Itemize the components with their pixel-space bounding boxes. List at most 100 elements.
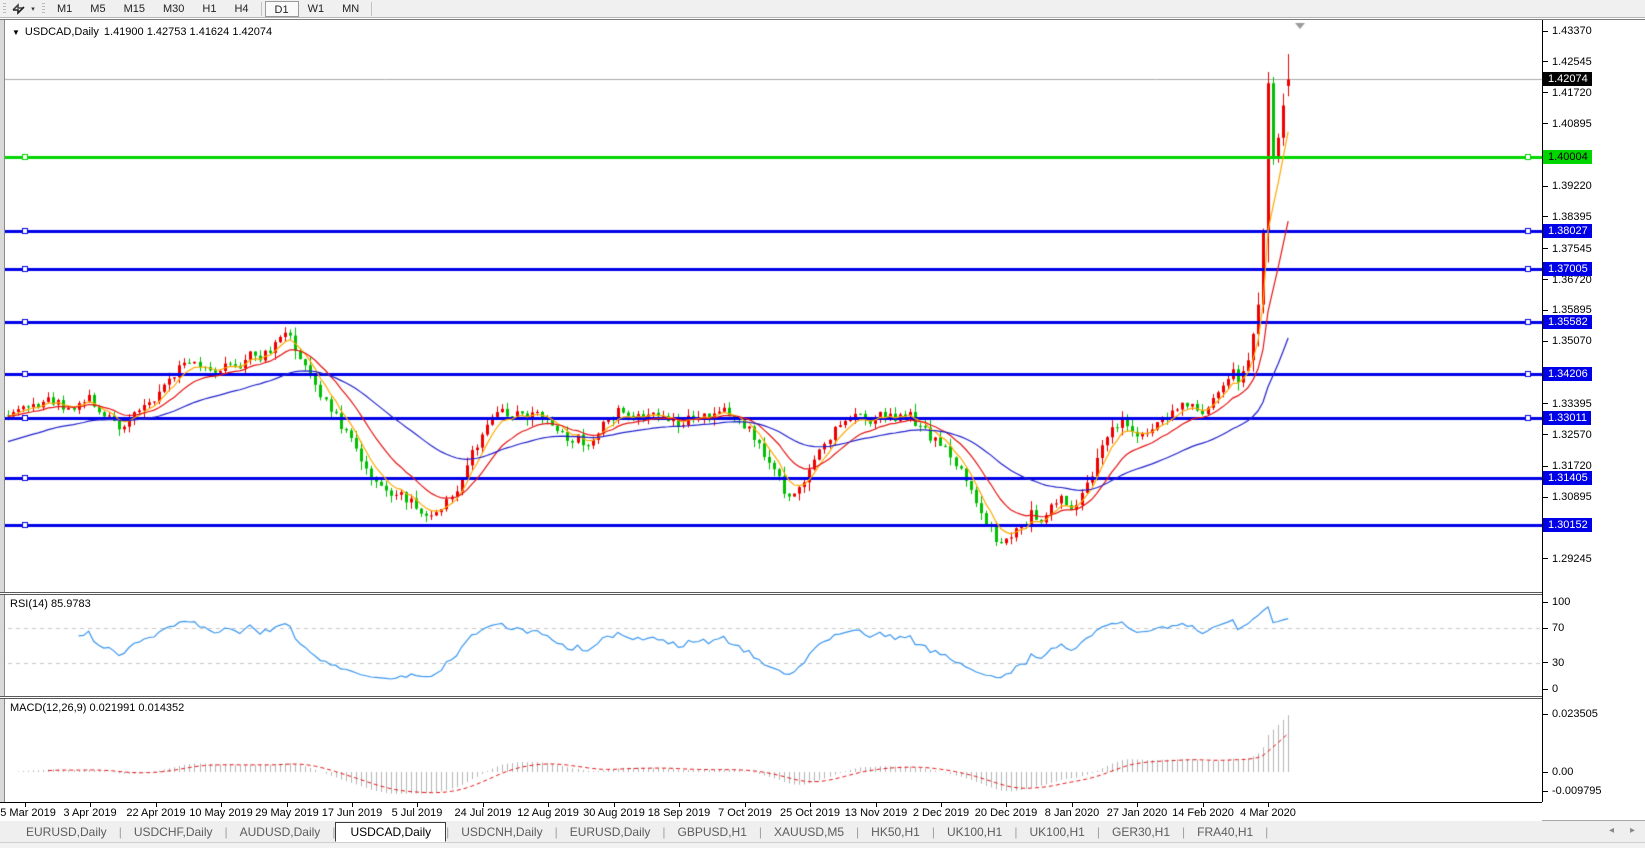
price-axis-tick: [1543, 123, 1548, 124]
hline-price-label: 1.37005: [1543, 262, 1592, 276]
rsi-axis-tick-label: 0: [1552, 683, 1558, 695]
hline-price-label: 1.30152: [1543, 518, 1592, 532]
price-axis-tick: [1543, 61, 1548, 62]
hline-price-label: 1.35582: [1543, 315, 1592, 329]
price-axis-tick-label: 1.38395: [1552, 211, 1592, 223]
chart-tab-audusd-daily[interactable]: AUDUSD,Daily: [228, 823, 333, 841]
panel-splitter[interactable]: [0, 592, 1645, 595]
price-axis-tick: [1543, 186, 1548, 187]
price-axis-tick-label: 1.35070: [1552, 335, 1592, 347]
toolbar-separator: [261, 2, 262, 16]
rsi-axis-tick-label: 30: [1552, 657, 1564, 669]
timeframe-buttons: M1M5M15M30H1H4 D1W1MN: [48, 1, 375, 17]
timeframe-button-m5[interactable]: M5: [81, 1, 114, 17]
dropdown-caret-icon[interactable]: ▾: [27, 5, 39, 13]
time-axis-label: 15 Mar 2019: [0, 807, 56, 819]
rsi-label: RSI(14) 85.9783: [10, 598, 91, 610]
time-axis-label: 13 Nov 2019: [845, 807, 907, 819]
time-axis-label: 20 Dec 2019: [975, 807, 1037, 819]
timeframe-toolbar: ▾ M1M5M15M30H1H4 D1W1MN: [0, 0, 1645, 18]
time-axis-label: 3 Apr 2019: [63, 807, 116, 819]
price-panel[interactable]: ▼ USDCAD,Daily 1.41900 1.42753 1.41624 1…: [0, 22, 1542, 592]
chart-tab-usdchf-daily[interactable]: USDCHF,Daily: [122, 823, 225, 841]
chart-tab-bar: EURUSD,Daily|USDCHF,Daily|AUDUSD,Daily|U…: [0, 820, 1645, 842]
title-caret-icon[interactable]: ▼: [12, 28, 20, 37]
time-axis-label: 2 Dec 2019: [913, 807, 969, 819]
price-axis-tick: [1543, 466, 1548, 467]
chart-tab-eurusd-daily[interactable]: EURUSD,Daily: [14, 823, 119, 841]
timeframe-button-m1[interactable]: M1: [48, 1, 81, 17]
price-chart-canvas[interactable]: [0, 22, 1542, 592]
panel-splitter[interactable]: [0, 696, 1645, 699]
price-axis-tick-label: 1.41720: [1552, 87, 1592, 99]
macd-axis-tick: [1543, 791, 1548, 792]
price-axis-tick-label: 1.33395: [1552, 398, 1592, 410]
macd-axis-tick: [1543, 772, 1548, 773]
tab-scroll-right-icon[interactable]: ▸: [1630, 825, 1635, 836]
time-axis-label: 8 Jan 2020: [1045, 807, 1099, 819]
timeframe-button-m30[interactable]: M30: [154, 1, 193, 17]
chart-tab-xauusd-m5[interactable]: XAUUSD,M5: [762, 823, 856, 841]
macd-chart-canvas[interactable]: [0, 699, 1542, 802]
tab-scroll-left-icon[interactable]: ◂: [1609, 825, 1614, 836]
time-axis-label: 12 Aug 2019: [517, 807, 579, 819]
chart-tab-usdcnh-daily[interactable]: USDCNH,Daily: [449, 823, 554, 841]
hline-price-label: 1.34206: [1543, 367, 1592, 381]
timeframe-button-h4[interactable]: H4: [225, 1, 257, 17]
time-axis-label: 24 Jul 2019: [455, 807, 512, 819]
timeframe-button-w1[interactable]: W1: [299, 1, 334, 17]
time-axis-label: 25 Oct 2019: [780, 807, 840, 819]
rsi-axis-tick: [1543, 628, 1548, 629]
rsi-axis-tick: [1543, 662, 1548, 663]
chart-tab-gbpusd-h1[interactable]: GBPUSD,H1: [666, 823, 759, 841]
timeframe-button-mn[interactable]: MN: [333, 1, 368, 17]
chart-tab-hk50-h1[interactable]: HK50,H1: [859, 823, 932, 841]
price-axis-tick: [1543, 279, 1548, 280]
macd-label: MACD(12,26,9) 0.021991 0.014352: [10, 702, 184, 714]
price-axis-tick: [1543, 92, 1548, 93]
chart-title[interactable]: ▼ USDCAD,Daily 1.41900 1.42753 1.41624 1…: [12, 26, 272, 38]
timeframe-button-h1[interactable]: H1: [193, 1, 225, 17]
toolbar-grip[interactable]: [3, 3, 6, 15]
price-axis-tick-label: 1.42545: [1552, 56, 1592, 68]
price-axis-tick: [1543, 403, 1548, 404]
tab-separator: |: [1265, 825, 1268, 839]
macd-axis-tick-label: 0.00: [1552, 766, 1573, 778]
chart-tab-eurusd-daily[interactable]: EURUSD,Daily: [558, 823, 663, 841]
chart-tab-uk100-h1[interactable]: UK100,H1: [1017, 823, 1096, 841]
time-axis-label: 30 Aug 2019: [583, 807, 645, 819]
chart-tab-ger30-h1[interactable]: GER30,H1: [1100, 823, 1182, 841]
chart-tab-uk100-h1[interactable]: UK100,H1: [935, 823, 1014, 841]
toolbar-separator: [371, 2, 372, 16]
symbol-label: USDCAD,Daily: [25, 26, 99, 38]
timeframe-button-m15[interactable]: M15: [115, 1, 154, 17]
toolbar-grip[interactable]: [42, 3, 45, 15]
price-axis[interactable]: 1.433701.425451.417201.408951.392201.383…: [1542, 20, 1645, 802]
price-axis-tick-label: 1.40895: [1552, 118, 1592, 130]
rsi-axis-tick: [1543, 689, 1548, 690]
macd-axis-tick-label: -0.009795: [1552, 785, 1602, 797]
price-axis-tick-label: 1.39220: [1552, 180, 1592, 192]
price-axis-tick: [1543, 310, 1548, 311]
chart-tab-usdcad-daily[interactable]: USDCAD,Daily: [335, 822, 446, 842]
macd-panel[interactable]: MACD(12,26,9) 0.021991 0.014352: [0, 699, 1542, 802]
time-axis-label: 10 May 2019: [189, 807, 253, 819]
chart-tab-fra40-h1[interactable]: FRA40,H1: [1185, 823, 1265, 841]
price-axis-tick: [1543, 497, 1548, 498]
price-axis-tick: [1543, 31, 1548, 32]
rsi-chart-canvas[interactable]: [0, 595, 1542, 696]
time-axis-label: 29 May 2019: [255, 807, 319, 819]
arrows-icon: [12, 2, 25, 15]
time-axis-label: 27 Jan 2020: [1107, 807, 1168, 819]
price-axis-tick-label: 1.29245: [1552, 553, 1592, 565]
time-axis-label: 17 Jun 2019: [322, 807, 383, 819]
macd-axis-tick-label: 0.023505: [1552, 708, 1598, 720]
charts-toolbar-icon[interactable]: [9, 1, 27, 16]
rsi-panel[interactable]: RSI(14) 85.9783: [0, 595, 1542, 696]
timeframe-button-d1[interactable]: D1: [265, 1, 299, 17]
tab-scroll-arrows: ◂▸: [1609, 825, 1635, 836]
hline-price-label: 1.40004: [1543, 150, 1592, 164]
macd-axis-tick: [1543, 714, 1548, 715]
time-axis[interactable]: 15 Mar 20193 Apr 201922 Apr 201910 May 2…: [0, 802, 1542, 821]
price-axis-tick: [1543, 341, 1548, 342]
